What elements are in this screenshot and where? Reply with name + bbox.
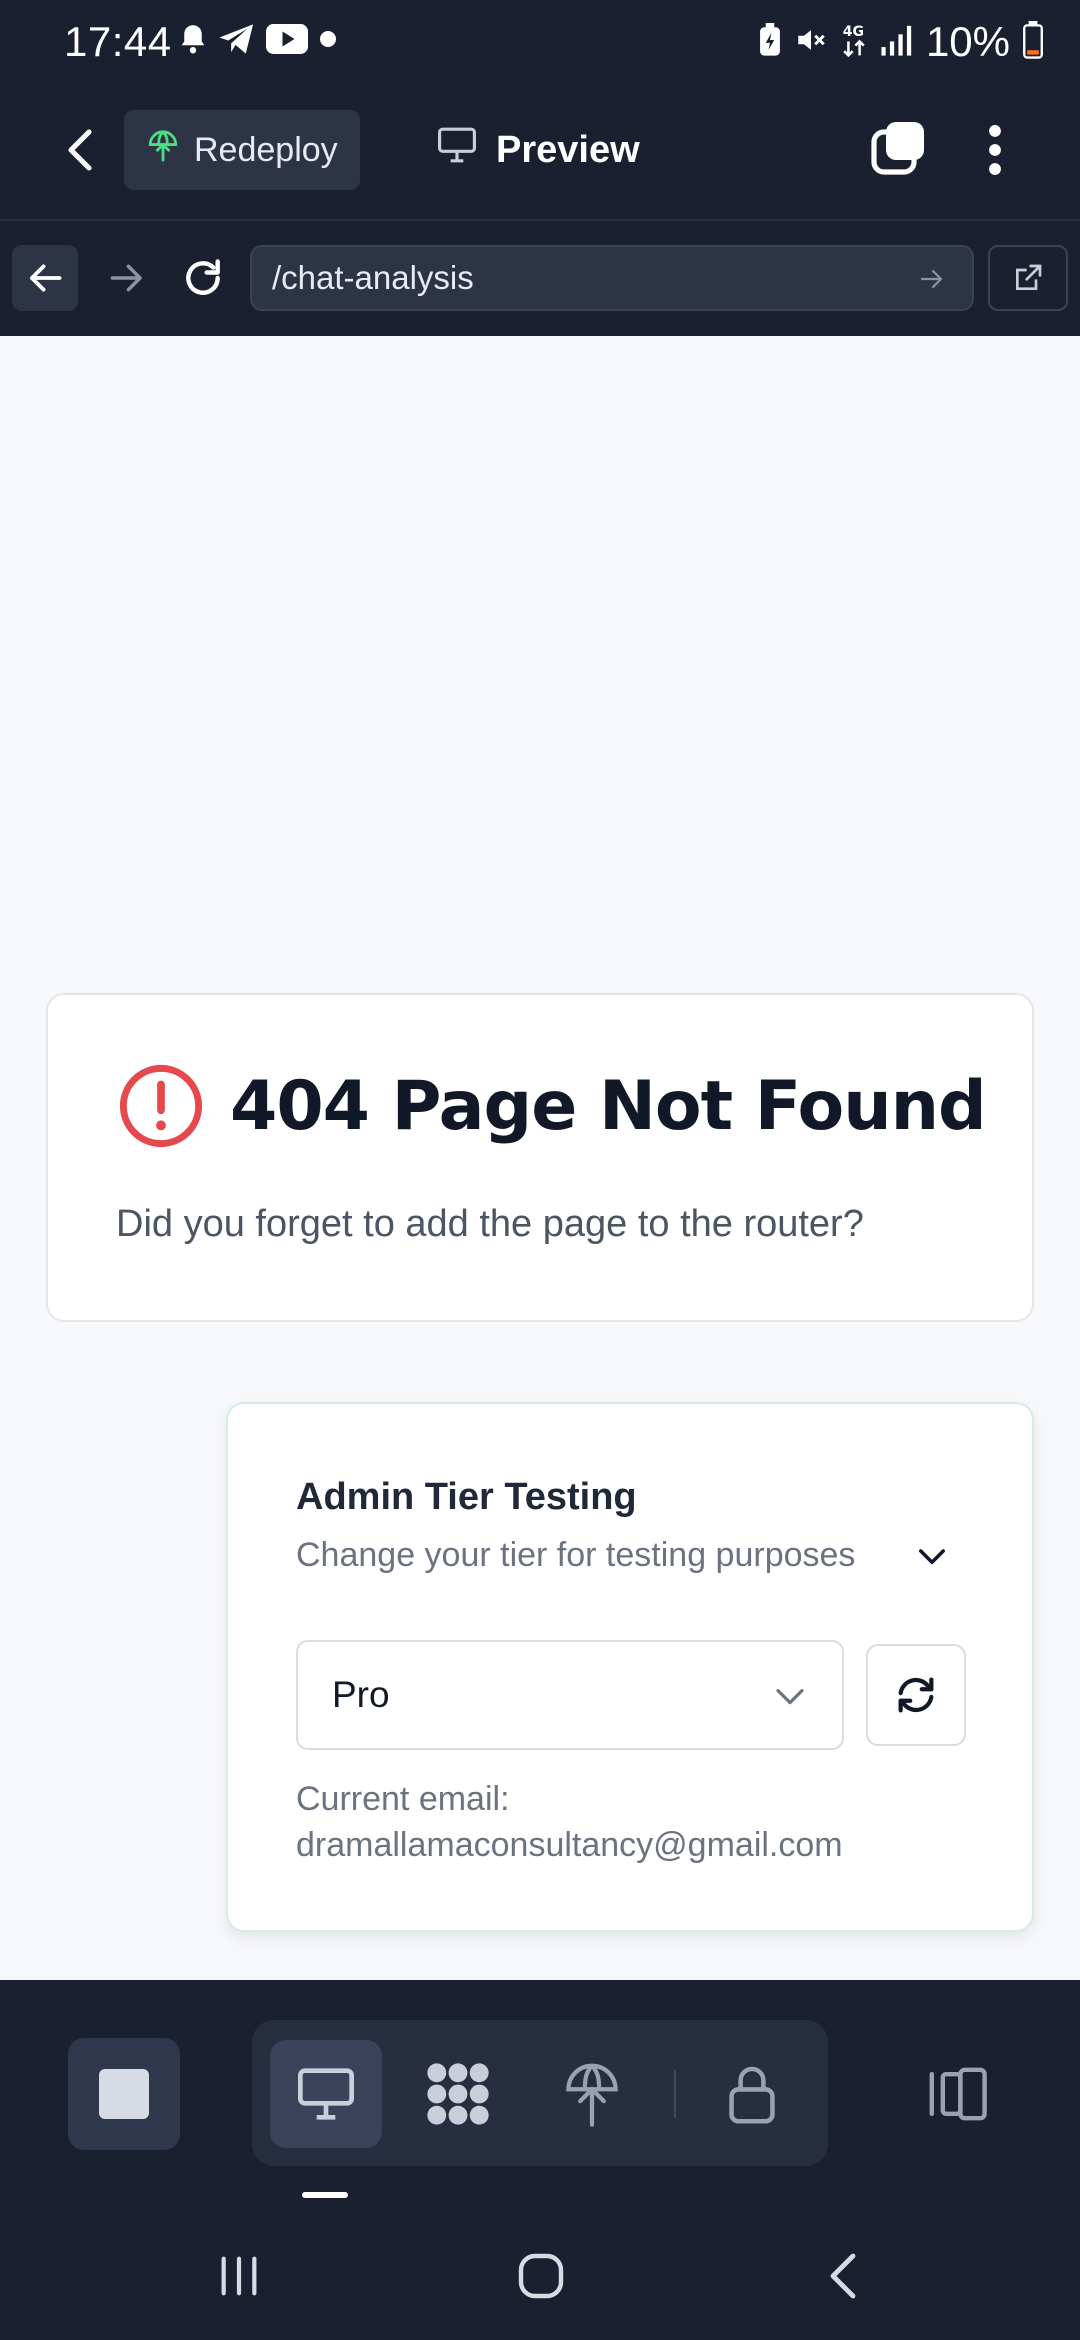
lock-icon xyxy=(729,2066,775,2124)
arrow-right-icon xyxy=(920,269,943,289)
telegram-icon xyxy=(218,22,256,61)
more-vertical-icon xyxy=(989,125,1001,175)
refresh-tier-button[interactable] xyxy=(866,1644,966,1746)
home-button[interactable] xyxy=(506,2246,576,2306)
signal-icon xyxy=(880,23,914,62)
browser-nav-bar: /chat-analysis xyxy=(0,221,1080,336)
system-indicators: 4G 10% xyxy=(758,18,1044,66)
system-back-button[interactable] xyxy=(808,2246,878,2306)
url-path: /chat-analysis xyxy=(272,259,474,296)
battery-saver-icon xyxy=(758,22,782,62)
recent-apps-button[interactable] xyxy=(204,2246,274,2306)
tool-cluster[interactable] xyxy=(402,2040,514,2148)
alert-circle-icon xyxy=(118,1063,204,1149)
reload-icon xyxy=(186,259,220,295)
browser-reload-button[interactable] xyxy=(170,245,236,311)
tool-deploy[interactable] xyxy=(536,2040,648,2148)
stop-button[interactable] xyxy=(68,2038,180,2150)
preview-viewport: 404 Page Not Found Did you forget to add… xyxy=(0,336,1080,1980)
tier-card-title: Admin Tier Testing xyxy=(296,1476,637,1518)
active-tab-indicator xyxy=(302,2192,348,2198)
chevron-left-icon xyxy=(68,129,92,171)
chevron-down-icon xyxy=(774,1676,806,1725)
redeploy-button[interactable]: Redeploy xyxy=(124,110,360,190)
stop-icon xyxy=(99,2069,149,2119)
4g-icon: 4G xyxy=(840,20,868,65)
collapse-button[interactable] xyxy=(904,1528,960,1584)
notification-icons xyxy=(178,20,338,62)
external-link-icon xyxy=(1016,264,1042,290)
refresh-icon xyxy=(898,1677,934,1713)
more-options-button[interactable] xyxy=(970,118,1020,182)
email-value: dramallamaconsultancy@gmail.com xyxy=(296,1826,843,1864)
layout-toggle-button[interactable] xyxy=(918,2044,994,2144)
error-card: 404 Page Not Found Did you forget to add… xyxy=(46,993,1034,1322)
bell-icon xyxy=(178,22,208,61)
preview-label: Preview xyxy=(496,128,640,171)
browser-back-button[interactable] xyxy=(12,245,78,311)
svg-text:4G: 4G xyxy=(843,23,864,39)
email-label: Current email: xyxy=(296,1780,510,1818)
arrow-left-icon xyxy=(30,264,62,292)
arrow-right-icon xyxy=(110,264,142,292)
copy-windows-icon xyxy=(871,122,924,175)
status-time: 17:44 xyxy=(64,18,172,65)
url-go-button[interactable] xyxy=(914,261,950,297)
tier-select[interactable]: Pro xyxy=(296,1640,844,1750)
home-icon xyxy=(518,2253,564,2299)
toolbar-divider xyxy=(674,2070,676,2118)
view-switcher xyxy=(252,2020,828,2166)
battery-icon xyxy=(1022,20,1044,64)
youtube-icon xyxy=(266,23,308,60)
tier-card-subtitle: Change your tier for testing purposes xyxy=(296,1536,856,1574)
bottom-toolbar xyxy=(0,1980,1080,2210)
status-bar: 17:44 4G 10% xyxy=(0,0,1080,84)
error-title: 404 Page Not Found xyxy=(230,1067,987,1146)
monitor-icon xyxy=(298,2068,354,2120)
admin-tier-card: Admin Tier Testing Change your tier for … xyxy=(226,1402,1034,1932)
back-chevron-icon xyxy=(830,2253,856,2299)
tool-preview[interactable] xyxy=(270,2040,382,2148)
deploy-icon xyxy=(566,2063,618,2127)
error-description: Did you forget to add the page to the ro… xyxy=(116,1203,864,1245)
recent-apps-icon xyxy=(221,2256,257,2296)
cluster-icon xyxy=(427,2063,489,2125)
tier-select-value: Pro xyxy=(332,1674,390,1715)
system-navigation-bar xyxy=(0,2210,1080,2340)
battery-percent: 10% xyxy=(925,18,1010,65)
monitor-icon xyxy=(436,126,478,174)
chevron-down-icon xyxy=(919,1549,945,1564)
back-button[interactable] xyxy=(52,122,108,178)
open-external-button[interactable] xyxy=(988,245,1068,311)
deploy-icon xyxy=(146,129,180,172)
tab-preview[interactable]: Preview xyxy=(436,114,640,186)
split-view-icon xyxy=(929,2067,987,2121)
mute-icon xyxy=(794,23,828,62)
tabs-button[interactable] xyxy=(868,118,928,178)
redeploy-label: Redeploy xyxy=(194,130,338,169)
browser-forward-button[interactable] xyxy=(94,245,160,311)
url-input[interactable]: /chat-analysis xyxy=(250,245,974,311)
dot-icon xyxy=(318,29,338,54)
app-header: Redeploy Preview xyxy=(0,84,1080,221)
tool-lock[interactable] xyxy=(696,2040,808,2148)
